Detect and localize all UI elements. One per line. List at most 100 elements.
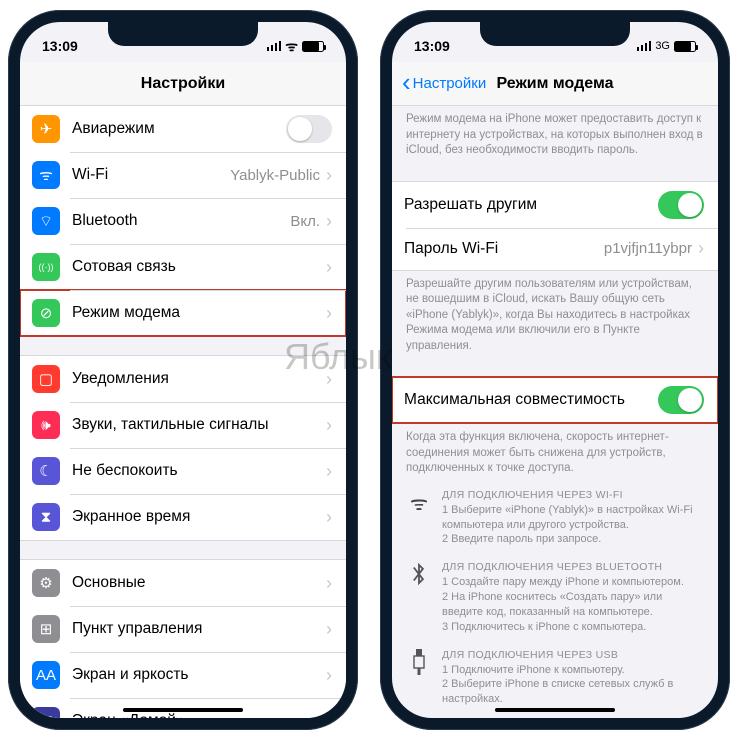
wifi-icon: ᯤ — [406, 489, 432, 548]
row-label: Сотовая связь — [72, 258, 320, 276]
instruction-step: 1 Выберите «iPhone (Yablyk)» в настройка… — [442, 503, 704, 533]
instruction-step: 2 Выберите iPhone в списке сетевых служб… — [442, 677, 704, 707]
settings-row-cellular[interactable]: ((·)) Сотовая связь › — [20, 244, 346, 290]
controlcenter-icon: ⊞ — [32, 615, 60, 643]
instruction-step: 1 Создайте пару между iPhone и компьютер… — [442, 575, 704, 590]
chevron-right-icon: › — [326, 619, 332, 640]
settings-row-notifications[interactable]: ▢ Уведомления › — [20, 356, 346, 402]
row-label: Режим модема — [72, 304, 320, 322]
bluetooth-icon: ⌔ — [32, 207, 60, 235]
screentime-icon: ⧗ — [32, 503, 60, 531]
section-footer-text: Разрешайте другим пользователям или устр… — [392, 271, 718, 359]
phone-right: 13:09 3G Настройки Режим модема Режим мо… — [380, 10, 730, 730]
chevron-right-icon: › — [326, 369, 332, 390]
status-time: 13:09 — [414, 38, 450, 54]
row-value: Вкл. — [290, 213, 320, 230]
row-label: Звуки, тактильные сигналы — [72, 416, 320, 434]
toggle-switch[interactable] — [658, 386, 704, 414]
cellular-icon: ((·)) — [32, 253, 60, 281]
nav-title: Режим модема — [497, 75, 614, 93]
settings-row-wifi[interactable]: ᯤ Wi-Fi Yablyk-Public › — [20, 152, 346, 198]
battery-icon — [302, 41, 324, 52]
max-compatibility-row[interactable]: Максимальная совместимость — [392, 377, 718, 423]
settings-row-controlcenter[interactable]: ⊞ Пункт управления › — [20, 606, 346, 652]
dnd-icon: ☾ — [32, 457, 60, 485]
chevron-right-icon: › — [326, 165, 332, 186]
hotspot-settings[interactable]: Режим модема на iPhone может предоставит… — [392, 106, 718, 718]
chevron-right-icon: › — [326, 415, 332, 436]
usb-icon — [406, 649, 432, 708]
row-label: Основные — [72, 574, 320, 592]
chevron-right-icon: › — [326, 257, 332, 278]
row-label: Bluetooth — [72, 212, 284, 230]
settings-row-bluetooth[interactable]: ⌔ Bluetooth Вкл. › — [20, 198, 346, 244]
notch — [108, 22, 258, 46]
status-time: 13:09 — [42, 38, 78, 54]
nav-title: Настройки — [141, 75, 225, 93]
row-label: Wi-Fi — [72, 166, 224, 184]
display-icon: AA — [32, 661, 60, 689]
settings-row-screentime[interactable]: ⧗ Экранное время › — [20, 494, 346, 540]
wifi-icon: ᯤ — [32, 161, 60, 189]
instruction-title: ДЛЯ ПОДКЛЮЧЕНИЯ ЧЕРЕЗ WI-FI — [442, 489, 704, 501]
row-label: Уведомления — [72, 370, 320, 388]
row-label: Пароль Wi-Fi — [404, 240, 598, 258]
instruction-title: ДЛЯ ПОДКЛЮЧЕНИЯ ЧЕРЕЗ BLUETOOTH — [442, 561, 704, 573]
settings-list[interactable]: ✈ Авиарежим ᯤ Wi-Fi Yablyk-Public › ⌔ Bluetooth… — [20, 106, 346, 718]
section-header-text: Режим модема на iPhone может предоставит… — [392, 106, 718, 163]
chevron-right-icon: › — [326, 665, 332, 686]
chevron-right-icon: › — [326, 211, 332, 232]
settings-row-display[interactable]: AA Экран и яркость › — [20, 652, 346, 698]
back-button[interactable]: Настройки — [402, 75, 486, 92]
settings-row-general[interactable]: ⚙ Основные › — [20, 560, 346, 606]
battery-icon — [674, 41, 696, 52]
row-label: Максимальная совместимость — [404, 391, 658, 409]
wifi-status-icon: ᯤ — [285, 37, 298, 56]
row-label: Авиарежим — [72, 120, 286, 138]
cellular-signal-icon — [637, 41, 652, 51]
settings-row-airplane[interactable]: ✈ Авиарежим — [20, 106, 346, 152]
home-indicator[interactable] — [495, 708, 615, 712]
row-label: Экран «Домой» — [72, 712, 320, 718]
row-label: Экран и яркость — [72, 666, 320, 684]
row-label: Пункт управления — [72, 620, 320, 638]
instruction-step: 2 На iPhone коснитесь «Создать пару» или… — [442, 590, 704, 620]
row-label: Не беспокоить — [72, 462, 320, 480]
row-label: Экранное время — [72, 508, 320, 526]
instruction-step: 1 Подключите iPhone к компьютеру. — [442, 663, 704, 678]
cellular-signal-icon — [267, 41, 282, 51]
toggle-switch[interactable] — [286, 115, 332, 143]
instruction-step: 3 Подключитесь к iPhone с компьютера. — [442, 620, 704, 635]
row-value: Yablyk-Public — [230, 167, 320, 184]
hotspot-row[interactable]: Разрешать другим — [392, 182, 718, 228]
settings-row-sounds[interactable]: 🕪Звуки, тактильные сигналы› — [20, 402, 346, 448]
instruction-block: ДЛЯ ПОДКЛЮЧЕНИЯ ЧЕРЕЗ BLUETOOTH 1 Создайт… — [392, 553, 718, 640]
chevron-right-icon: › — [326, 573, 332, 594]
chevron-right-icon: › — [698, 238, 704, 259]
instruction-title: ДЛЯ ПОДКЛЮЧЕНИЯ ЧЕРЕЗ USB — [442, 649, 704, 661]
row-value: p1vjfjn11ybpr — [604, 240, 692, 257]
general-icon: ⚙ — [32, 569, 60, 597]
chevron-right-icon: › — [326, 303, 332, 324]
nav-bar: Настройки — [20, 62, 346, 106]
home-indicator[interactable] — [123, 708, 243, 712]
hotspot-icon: ⊘ — [32, 299, 60, 327]
nav-bar: Настройки Режим модема — [392, 62, 718, 106]
airplane-icon: ✈ — [32, 115, 60, 143]
chevron-right-icon: › — [326, 461, 332, 482]
hotspot-row[interactable]: Пароль Wi-Fi p1vjfjn11ybpr › — [392, 228, 718, 270]
row-label: Разрешать другим — [404, 196, 658, 214]
chevron-right-icon: › — [326, 711, 332, 719]
instruction-block: ДЛЯ ПОДКЛЮЧЕНИЯ ЧЕРЕЗ USB 1 Подключите iP… — [392, 641, 718, 714]
network-type: 3G — [655, 40, 670, 52]
bluetooth-icon — [406, 561, 432, 634]
homescreen-icon: ▦ — [32, 707, 60, 718]
notch — [480, 22, 630, 46]
settings-row-dnd[interactable]: ☾ Не беспокоить › — [20, 448, 346, 494]
phone-left: 13:09 ᯤ Настройки ✈ Авиарежим ᯤ Wi-Fi Yablyk… — [8, 10, 358, 730]
section-footer-text: Когда эта функция включена, скорость инт… — [392, 424, 718, 481]
toggle-switch[interactable] — [658, 191, 704, 219]
settings-row-hotspot[interactable]: ⊘ Режим модема › — [20, 290, 346, 336]
notifications-icon: ▢ — [32, 365, 60, 393]
chevron-right-icon: › — [326, 507, 332, 528]
